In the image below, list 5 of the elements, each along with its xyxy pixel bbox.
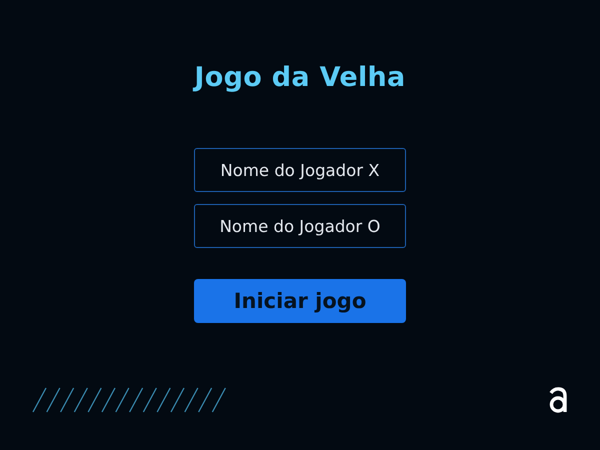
- start-button[interactable]: Iniciar jogo: [194, 279, 406, 323]
- page-title: Jogo da Velha: [194, 61, 406, 95]
- logo-icon: [548, 387, 568, 413]
- name-field[interactable]: Nome do Jogador X: [194, 148, 406, 192]
- name-field[interactable]: Nome do Jogador O: [194, 204, 406, 248]
